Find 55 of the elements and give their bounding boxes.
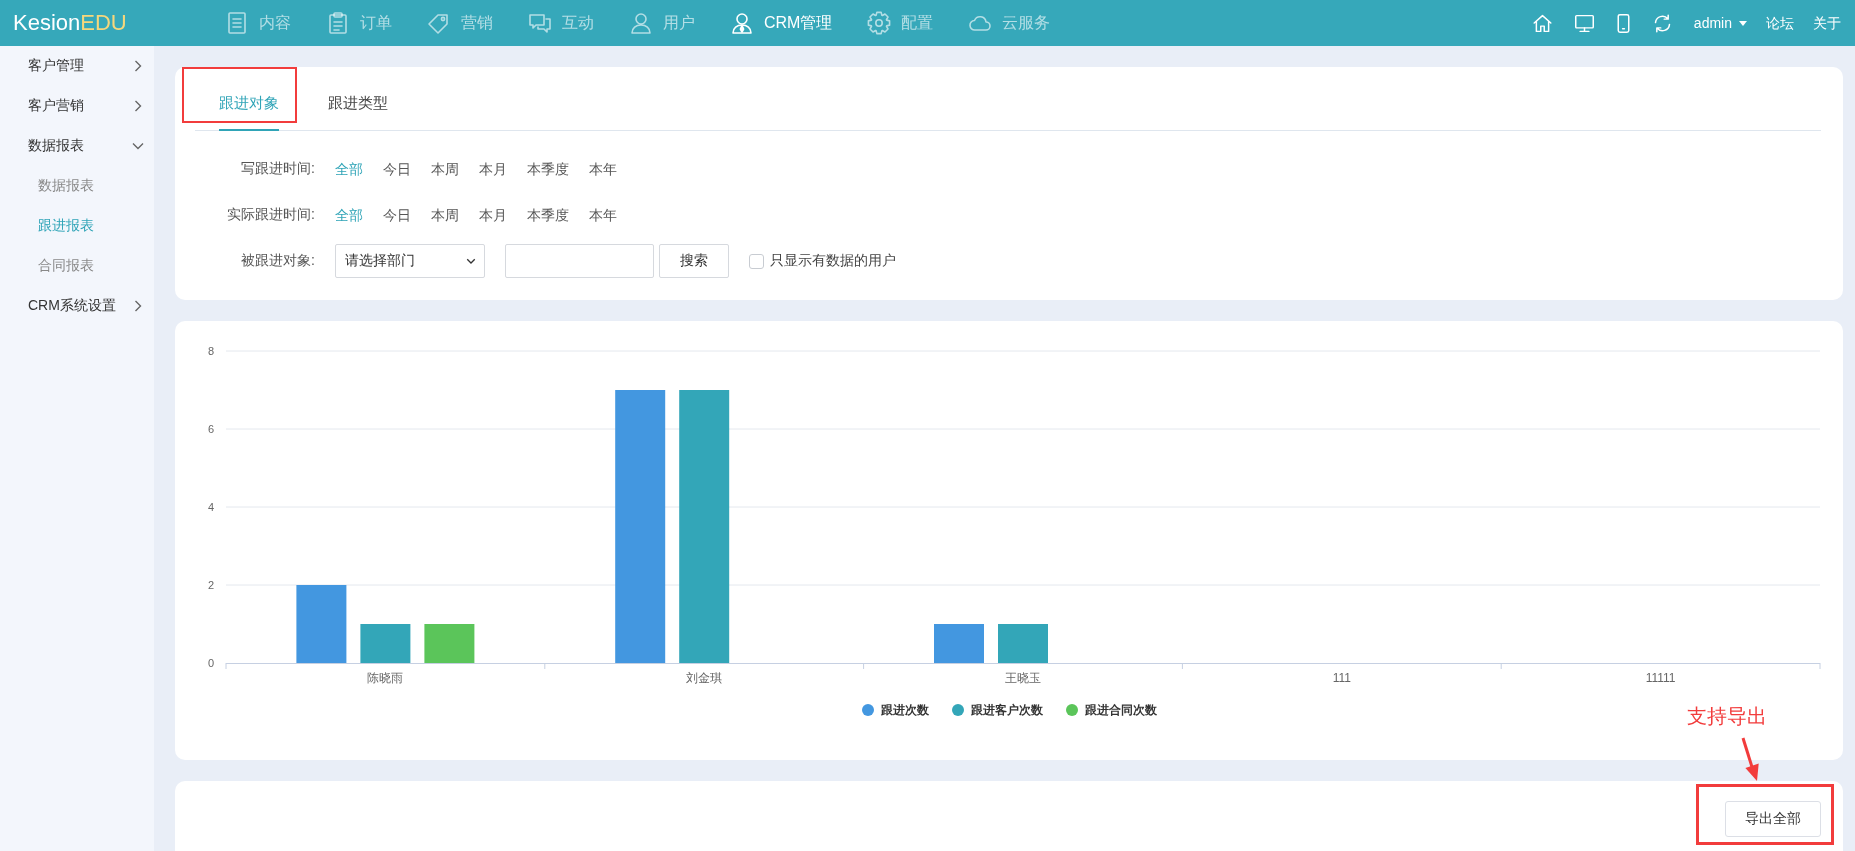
chat-icon <box>528 11 552 35</box>
home-icon[interactable] <box>1531 12 1553 34</box>
export-button[interactable]: 导出全部 <box>1725 801 1821 837</box>
department-select[interactable]: 请选择部门 <box>335 244 485 278</box>
search-field[interactable] <box>505 244 654 278</box>
filter-label: 被跟进对象: <box>240 252 315 270</box>
y-axis-label: 8 <box>207 345 214 357</box>
sidebar-item[interactable]: 客户营销 <box>0 86 154 126</box>
tag-icon <box>427 11 451 35</box>
chart-bar <box>360 624 411 663</box>
filter-option[interactable]: 本月 <box>479 205 507 225</box>
x-axis-label: 111 <box>1332 671 1351 685</box>
settings-icon <box>867 11 892 35</box>
sidebar-item[interactable]: 数据报表 <box>0 126 154 166</box>
chart-bar <box>424 624 475 663</box>
checkbox[interactable] <box>749 253 764 269</box>
filter-label: 实际跟进时间: <box>226 206 315 224</box>
filter-option[interactable]: 本季度 <box>527 159 569 179</box>
sidebar-item[interactable]: 客户管理 <box>0 46 154 86</box>
user-icon <box>629 11 653 35</box>
sidebar-item[interactable]: CRM系统设置 <box>0 286 154 326</box>
caret-icon <box>1739 20 1747 26</box>
x-axis-label: 王晓玉 <box>1005 671 1041 685</box>
legend-label[interactable]: 跟进次数 <box>880 701 929 719</box>
y-axis-label: 4 <box>207 501 214 513</box>
y-axis-label: 2 <box>207 579 214 591</box>
logo: KesionEDU <box>13 10 128 36</box>
legend-label[interactable]: 跟进合同次数 <box>1084 701 1157 719</box>
search-button[interactable]: 搜索 <box>659 244 729 278</box>
filter-option[interactable]: 本季度 <box>527 205 569 225</box>
filter-option[interactable]: 本年 <box>589 205 617 225</box>
filter-option[interactable]: 本周 <box>431 159 459 179</box>
x-axis-label: 刘金琪 <box>686 671 723 685</box>
x-axis-label: 陈晓雨 <box>367 671 404 685</box>
filter-option[interactable]: 今日 <box>383 159 411 179</box>
monitor-icon[interactable] <box>1573 12 1595 34</box>
filter-label: 写跟进时间: <box>240 160 315 178</box>
filter-option[interactable]: 今日 <box>383 205 411 225</box>
checkbox-label: 只显示有数据的用户 <box>770 252 896 270</box>
filter-option[interactable]: 本周 <box>431 205 459 225</box>
legend-label[interactable]: 跟进客户次数 <box>970 701 1043 719</box>
user-tie-icon <box>730 11 754 35</box>
chart-bar <box>998 624 1048 663</box>
tab[interactable]: 跟进类型 <box>328 83 388 131</box>
filter-option[interactable]: 本年 <box>589 159 617 179</box>
phone-icon[interactable] <box>1615 12 1631 34</box>
y-axis-label: 0 <box>207 657 214 669</box>
chart-bar <box>934 624 984 663</box>
document-icon <box>225 11 249 35</box>
x-axis-label: 11111 <box>1645 671 1676 685</box>
filter-option[interactable]: 本月 <box>479 159 507 179</box>
clipboard-icon <box>326 11 350 35</box>
annotation-text: 支持导出 <box>1687 704 1767 728</box>
y-axis-label: 6 <box>207 423 214 435</box>
chevron-down-icon <box>466 256 476 266</box>
